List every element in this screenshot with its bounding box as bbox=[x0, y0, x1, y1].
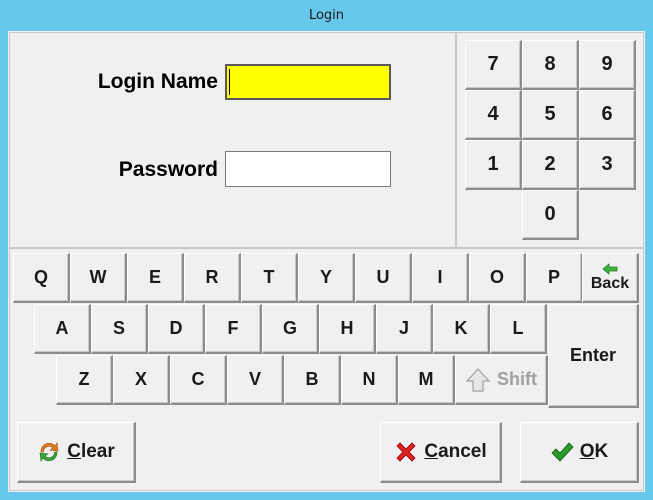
enter-key[interactable]: Enter bbox=[548, 304, 639, 408]
shift-key-label: Shift bbox=[497, 369, 537, 389]
letter-key[interactable]: J bbox=[376, 304, 433, 354]
text-caret bbox=[229, 69, 230, 95]
letter-key[interactable]: G bbox=[262, 304, 319, 354]
letter-key[interactable]: Q bbox=[13, 253, 70, 303]
letter-key[interactable]: D bbox=[148, 304, 205, 354]
numpad-key[interactable]: 0 bbox=[522, 190, 579, 240]
letter-key[interactable]: P bbox=[526, 253, 583, 303]
cancel-label: ancel bbox=[438, 441, 487, 462]
letter-key[interactable]: O bbox=[469, 253, 526, 303]
login-window: Login Login Name Password 7894561230 QWE… bbox=[0, 0, 653, 500]
letter-key[interactable]: W bbox=[70, 253, 127, 303]
back-key[interactable]: Back bbox=[582, 253, 639, 303]
letter-key[interactable]: R bbox=[184, 253, 241, 303]
letter-key[interactable]: V bbox=[227, 355, 284, 405]
letter-key[interactable]: F bbox=[205, 304, 262, 354]
shift-arrow-icon bbox=[465, 367, 491, 392]
password-label: Password bbox=[118, 158, 218, 181]
form-panel: Login Name Password bbox=[9, 32, 456, 248]
back-key-label: Back bbox=[590, 274, 630, 292]
cancel-x-icon bbox=[396, 442, 416, 462]
password-field[interactable] bbox=[225, 151, 391, 187]
letter-key[interactable]: X bbox=[113, 355, 170, 405]
ok-mnemonic: O bbox=[579, 441, 595, 462]
enter-key-label: Enter bbox=[569, 345, 616, 365]
login-name-field[interactable] bbox=[225, 64, 391, 100]
letter-key[interactable]: N bbox=[341, 355, 398, 405]
back-arrow-icon bbox=[602, 262, 618, 275]
cancel-mnemonic: C bbox=[424, 441, 439, 462]
login-name-label: Login Name bbox=[97, 70, 218, 93]
window-client: Login Name Password 7894561230 QWERTYUIO… bbox=[8, 31, 645, 492]
letter-key[interactable]: H bbox=[319, 304, 376, 354]
numpad-key[interactable]: 5 bbox=[522, 90, 579, 140]
ok-button[interactable]: OK bbox=[520, 422, 639, 483]
cancel-button[interactable]: Cancel bbox=[380, 422, 502, 483]
clear-button[interactable]: Clear bbox=[17, 422, 136, 483]
numpad-key[interactable]: 9 bbox=[579, 40, 636, 90]
letter-key[interactable]: S bbox=[91, 304, 148, 354]
numpad-key[interactable]: 4 bbox=[465, 90, 522, 140]
clear-mnemonic: C bbox=[67, 441, 81, 462]
numpad-key[interactable]: 2 bbox=[522, 140, 579, 190]
clear-refresh-icon bbox=[39, 442, 59, 462]
numpad-key[interactable]: 8 bbox=[522, 40, 579, 90]
numpad-key[interactable]: 3 bbox=[579, 140, 636, 190]
window-title: Login bbox=[308, 8, 345, 23]
letter-key[interactable]: Z bbox=[56, 355, 113, 405]
letter-key[interactable]: U bbox=[355, 253, 412, 303]
numpad-key[interactable]: 7 bbox=[465, 40, 522, 90]
numpad-key[interactable]: 6 bbox=[579, 90, 636, 140]
letter-key[interactable]: K bbox=[433, 304, 490, 354]
shift-key[interactable]: Shift bbox=[455, 355, 548, 405]
letter-key[interactable]: Y bbox=[298, 253, 355, 303]
letter-key[interactable]: I bbox=[412, 253, 469, 303]
ok-check-icon bbox=[551, 442, 574, 462]
letter-key[interactable]: B bbox=[284, 355, 341, 405]
letter-key[interactable]: A bbox=[34, 304, 91, 354]
letter-key[interactable]: T bbox=[241, 253, 298, 303]
ok-label: K bbox=[594, 441, 609, 462]
letter-key[interactable]: E bbox=[127, 253, 184, 303]
letter-key[interactable]: C bbox=[170, 355, 227, 405]
clear-label: lear bbox=[80, 441, 115, 462]
letter-key[interactable]: M bbox=[398, 355, 455, 405]
numpad-key[interactable]: 1 bbox=[465, 140, 522, 190]
letter-key[interactable]: L bbox=[490, 304, 547, 354]
